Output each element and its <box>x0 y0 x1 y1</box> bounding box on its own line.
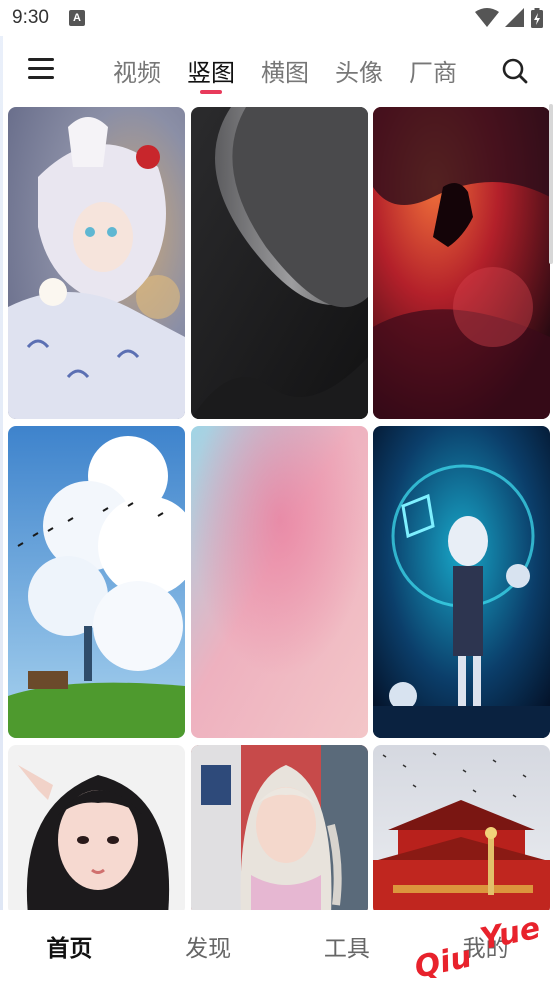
bottom-navigation: 首页 发现 工具 我的 <box>0 910 555 982</box>
category-tabs: 视频 竖图 横图 头像 厂商 <box>100 36 470 104</box>
search-icon[interactable] <box>500 56 530 86</box>
nav-home-label: 首页 <box>46 936 93 962</box>
tab-label: 头像 <box>335 58 383 87</box>
nav-me[interactable]: 我的 <box>416 910 555 982</box>
wallpaper-anime-sky-clouds[interactable] <box>8 426 185 738</box>
wallpaper-pink-blue-gradient[interactable] <box>191 426 368 738</box>
nav-discover-label: 发现 <box>185 936 232 962</box>
tab-landscape[interactable]: 横图 <box>248 36 322 104</box>
nav-tools-label: 工具 <box>323 936 370 962</box>
tab-vendor[interactable]: 厂商 <box>396 36 470 104</box>
tab-label: 竖图 <box>187 58 235 87</box>
wallpaper-black-silk-wave[interactable] <box>191 107 368 419</box>
signal-icon <box>505 8 524 27</box>
tab-avatar[interactable]: 头像 <box>322 36 396 104</box>
nav-discover[interactable]: 发现 <box>139 910 278 982</box>
menu-icon[interactable] <box>28 58 54 80</box>
battery-charging-icon <box>531 8 543 28</box>
wallpaper-anime-cyber-girl[interactable] <box>373 426 550 738</box>
wallpaper-grid <box>8 107 550 910</box>
wallpaper-tiananmen-gate[interactable] <box>373 745 550 910</box>
wifi-icon <box>475 8 499 27</box>
notification-icon: A <box>68 10 85 26</box>
active-tab-indicator <box>200 90 222 94</box>
top-header: 视频 竖图 横图 头像 厂商 <box>0 36 555 104</box>
grid-scrollbar[interactable] <box>549 104 553 264</box>
nav-me-label: 我的 <box>462 936 509 962</box>
wallpaper-red-nebula[interactable] <box>373 107 550 419</box>
tab-label: 厂商 <box>409 58 457 87</box>
tab-portrait[interactable]: 竖图 <box>174 36 248 104</box>
status-bar: 9:30 A <box>0 0 555 36</box>
status-icons <box>475 8 543 28</box>
tab-video[interactable]: 视频 <box>100 36 174 104</box>
wallpaper-anime-girl-fox-mask[interactable] <box>8 107 185 419</box>
wallpaper-girl-portrait-blonde[interactable] <box>191 745 368 910</box>
nav-home[interactable]: 首页 <box>0 910 139 982</box>
window-edge <box>0 36 3 936</box>
tab-label: 视频 <box>113 58 161 87</box>
status-time: 9:30 <box>12 7 49 28</box>
tab-label: 横图 <box>261 58 309 87</box>
wallpaper-girl-portrait-dark-hair[interactable] <box>8 745 185 910</box>
nav-tools[interactable]: 工具 <box>278 910 417 982</box>
